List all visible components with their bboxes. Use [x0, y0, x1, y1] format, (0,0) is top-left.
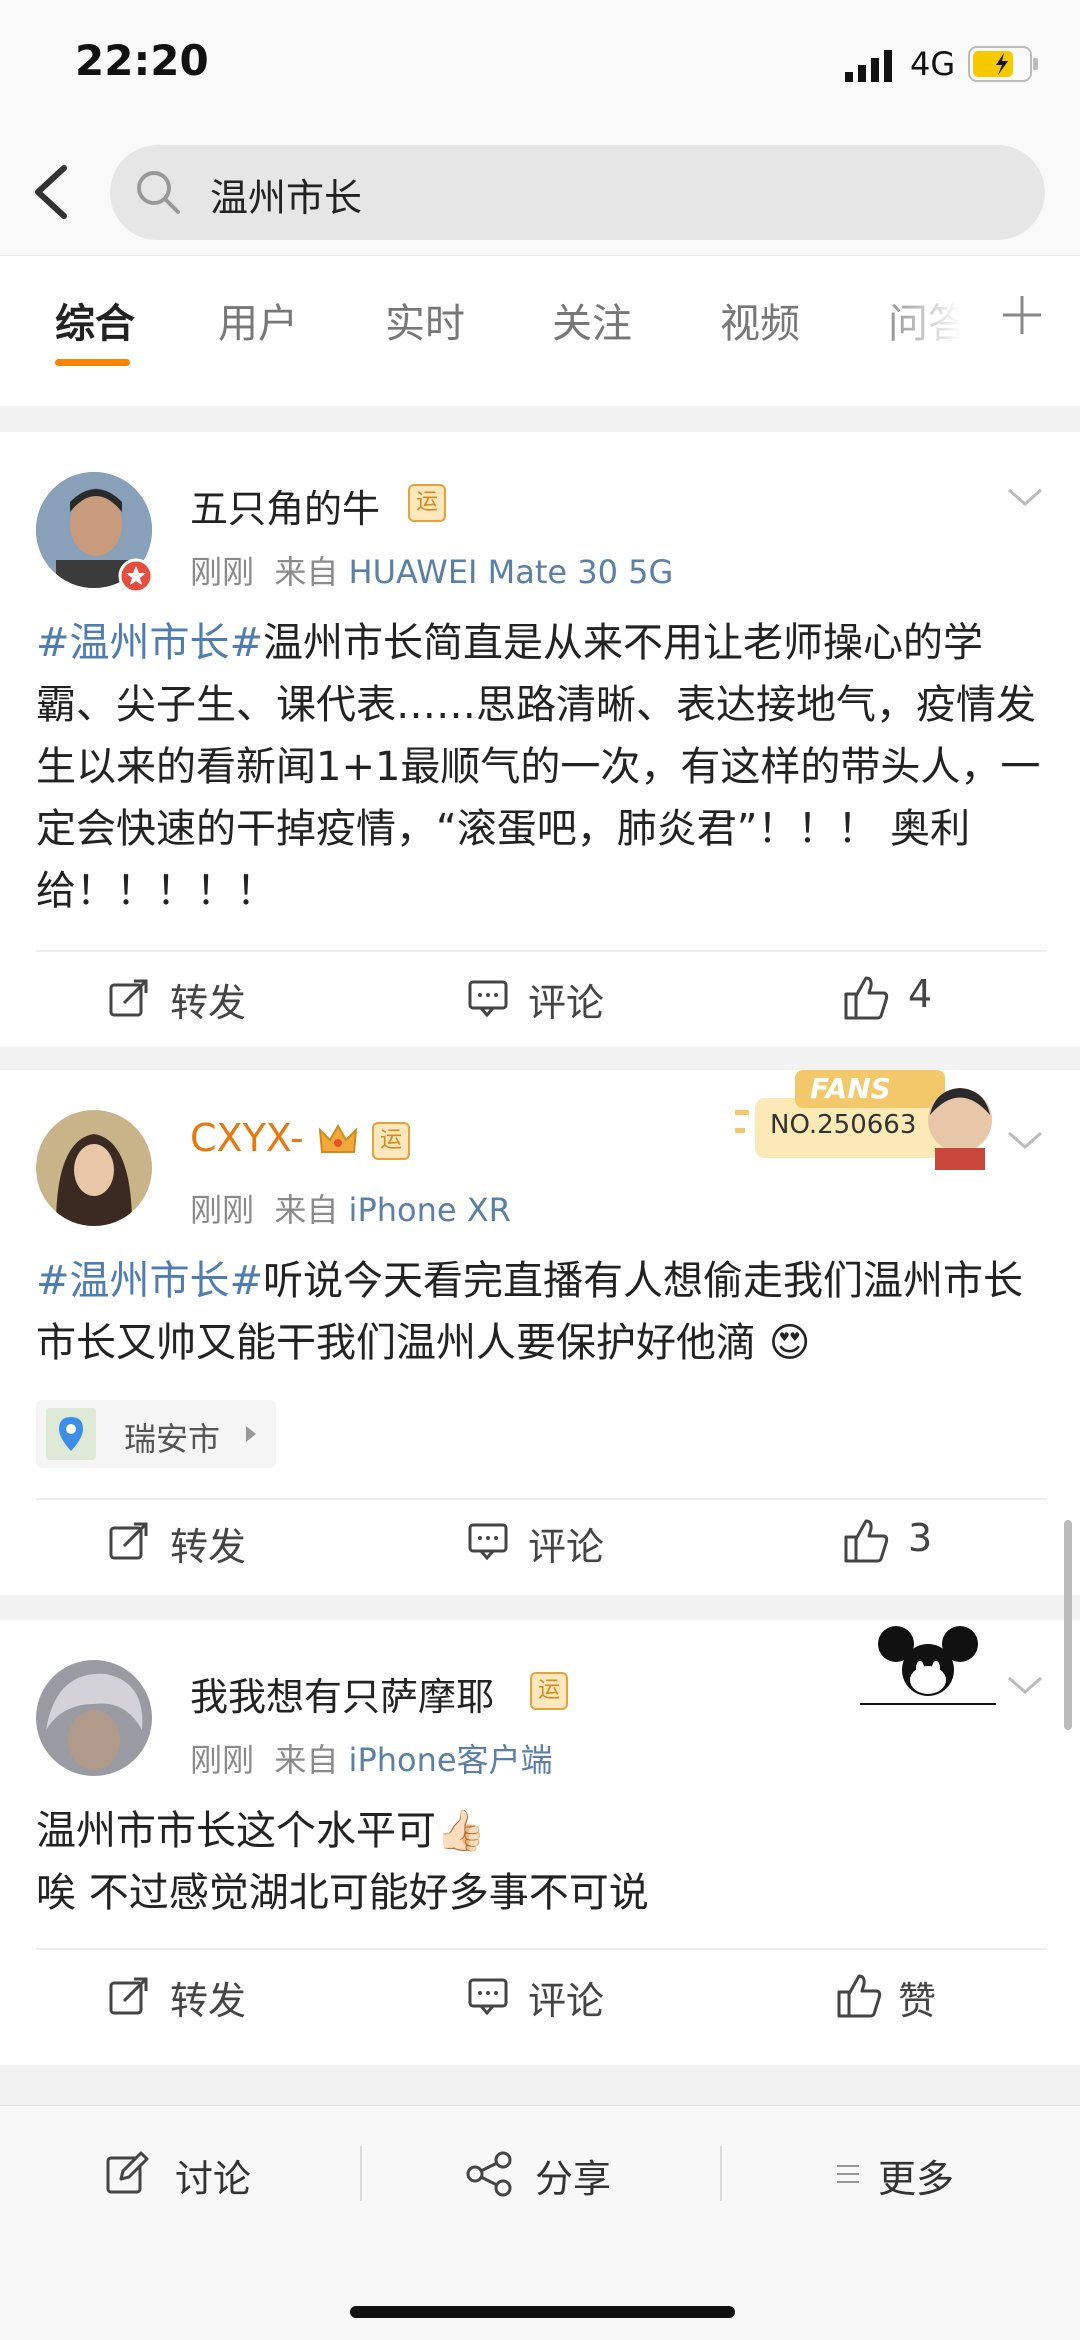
post-text: #温州市长#温州市长简直是从来不用让老师操心的学霸、尖子生、课代表……思路清晰、…: [36, 612, 1046, 922]
bottom-action-bar: 讨论 分享 更多: [0, 2105, 1080, 2340]
post-source[interactable]: HUAWEI Mate 30 5G: [349, 553, 674, 591]
post-body-line: 温州市市长这个水平可👍🏻: [36, 1808, 486, 1854]
comment-button[interactable]: 评论: [528, 1516, 604, 1571]
tab-video[interactable]: 视频: [720, 291, 800, 349]
yun-badge: 运: [372, 1122, 410, 1160]
status-time: 22:20: [75, 36, 209, 85]
like-button[interactable]: 赞: [898, 1970, 936, 2025]
like-icon: [837, 1974, 882, 2018]
repost-icon: [109, 1522, 148, 1560]
post-source[interactable]: iPhone客户端: [349, 1741, 553, 1779]
chevron-down-icon[interactable]: [1005, 1125, 1045, 1155]
repost-icon: [109, 1977, 148, 2015]
result-tabs: 综合 用户 实时 关注 视频 问答: [0, 255, 1080, 376]
yun-badge: 运: [408, 484, 446, 522]
tab-users[interactable]: 用户: [218, 291, 298, 349]
post-card[interactable]: 我我想有只萨摩耶 运 刚刚 来自 iPhone客户端 温州市市长这个水平可👍🏻 …: [0, 1620, 1080, 2065]
search-query: 温州市长: [210, 176, 363, 220]
post-card[interactable]: 五只角的牛 运 刚刚 来自 HUAWEI Mate 30 5G #温州市长#温州…: [0, 432, 1080, 1047]
signal-icon: [845, 50, 892, 82]
fans-number: NO.250663: [770, 1110, 917, 1140]
discuss-button[interactable]: 讨论: [175, 2148, 251, 2203]
hashtag[interactable]: #温州市长#: [36, 1258, 263, 1304]
location-chip[interactable]: 瑞安市: [36, 1400, 276, 1468]
like-icon: [844, 1519, 889, 1563]
divider: [36, 950, 1046, 952]
location-pin-icon: [59, 1417, 83, 1451]
post-text: 温州市市长这个水平可👍🏻 唉 不过感觉湖北可能好多事不可说: [36, 1800, 1046, 1924]
location-map-thumb: [46, 1408, 96, 1460]
username[interactable]: 我我想有只萨摩耶: [190, 1666, 494, 1721]
repost-icon: [109, 979, 148, 1017]
chevron-down-icon[interactable]: [1005, 482, 1045, 512]
chevron-right-icon: [246, 1426, 256, 1442]
yun-badge: 运: [530, 1672, 568, 1710]
comment-button[interactable]: 评论: [528, 1970, 604, 2025]
edit-icon: [106, 2151, 149, 2194]
source-prefix: 来自: [274, 1191, 339, 1229]
fans-badge: FANS NO.250663: [735, 1070, 1005, 1170]
post-time: 刚刚: [190, 553, 255, 591]
divider: [36, 1948, 1046, 1950]
repost-button[interactable]: 转发: [170, 1970, 246, 2025]
chevron-down-icon[interactable]: [1005, 1670, 1045, 1700]
share-icon: [466, 2151, 512, 2197]
like-icon: [844, 976, 889, 1020]
mickey-decoration-icon: [860, 1626, 996, 1705]
comment-icon: [468, 1978, 508, 2016]
hashtag[interactable]: #温州市长#: [36, 620, 263, 666]
tab-realtime[interactable]: 实时: [385, 291, 465, 349]
post-meta: 刚刚 来自 iPhone客户端: [190, 1735, 553, 1781]
tabs-fade: [870, 256, 1000, 376]
comment-icon: [468, 980, 508, 1018]
post-meta: 刚刚 来自 iPhone XR: [190, 1185, 511, 1231]
source-prefix: 来自: [274, 553, 339, 591]
fans-label: FANS: [810, 1072, 891, 1105]
spacer: [0, 376, 1080, 406]
location-name: 瑞安市: [124, 1420, 221, 1458]
tab-overall[interactable]: 综合: [55, 291, 135, 349]
like-count[interactable]: 4: [908, 972, 932, 1016]
active-tab-indicator: [55, 359, 130, 366]
username[interactable]: CXYX-: [190, 1116, 304, 1160]
comment-button[interactable]: 评论: [528, 972, 604, 1027]
comment-icon: [468, 1523, 508, 1561]
search-icon: [137, 171, 180, 214]
vip-crown-icon: [318, 1123, 358, 1153]
post-body-line: 唉 不过感觉湖北可能好多事不可说: [36, 1870, 649, 1916]
search-input[interactable]: 温州市长: [110, 145, 1045, 240]
username[interactable]: 五只角的牛: [190, 478, 380, 533]
network-type: 4G: [910, 45, 956, 83]
plus-icon[interactable]: [997, 290, 1047, 340]
home-indicator[interactable]: [350, 2306, 735, 2318]
separator: [360, 2146, 362, 2201]
search-header: 温州市长: [0, 130, 1080, 255]
separator: [720, 2146, 722, 2201]
post-text: #温州市长#听说今天看完直播有人想偷走我们温州市长 市长又帅又能干我们温州人要保…: [36, 1250, 1046, 1374]
repost-button[interactable]: 转发: [170, 1516, 246, 1571]
like-count[interactable]: 3: [908, 1516, 932, 1560]
source-prefix: 来自: [274, 1741, 339, 1779]
back-arrow-icon[interactable]: [28, 160, 78, 224]
post-meta: 刚刚 来自 HUAWEI Mate 30 5G: [190, 547, 673, 593]
status-bar: 22:20 4G: [0, 0, 1080, 130]
avatar[interactable]: [36, 1110, 152, 1226]
verified-badge-icon: [118, 558, 154, 594]
menu-lines-icon: [837, 2165, 859, 2183]
battery-icon: [968, 46, 1038, 82]
share-button[interactable]: 分享: [535, 2148, 611, 2203]
more-button[interactable]: 更多: [878, 2148, 954, 2203]
post-time: 刚刚: [190, 1191, 255, 1229]
post-time: 刚刚: [190, 1741, 255, 1779]
avatar[interactable]: [36, 1660, 152, 1776]
post-source[interactable]: iPhone XR: [349, 1191, 511, 1229]
tab-following[interactable]: 关注: [552, 291, 632, 349]
repost-button[interactable]: 转发: [170, 972, 246, 1027]
divider: [36, 1498, 1046, 1500]
scrollbar[interactable]: [1064, 1520, 1072, 1730]
